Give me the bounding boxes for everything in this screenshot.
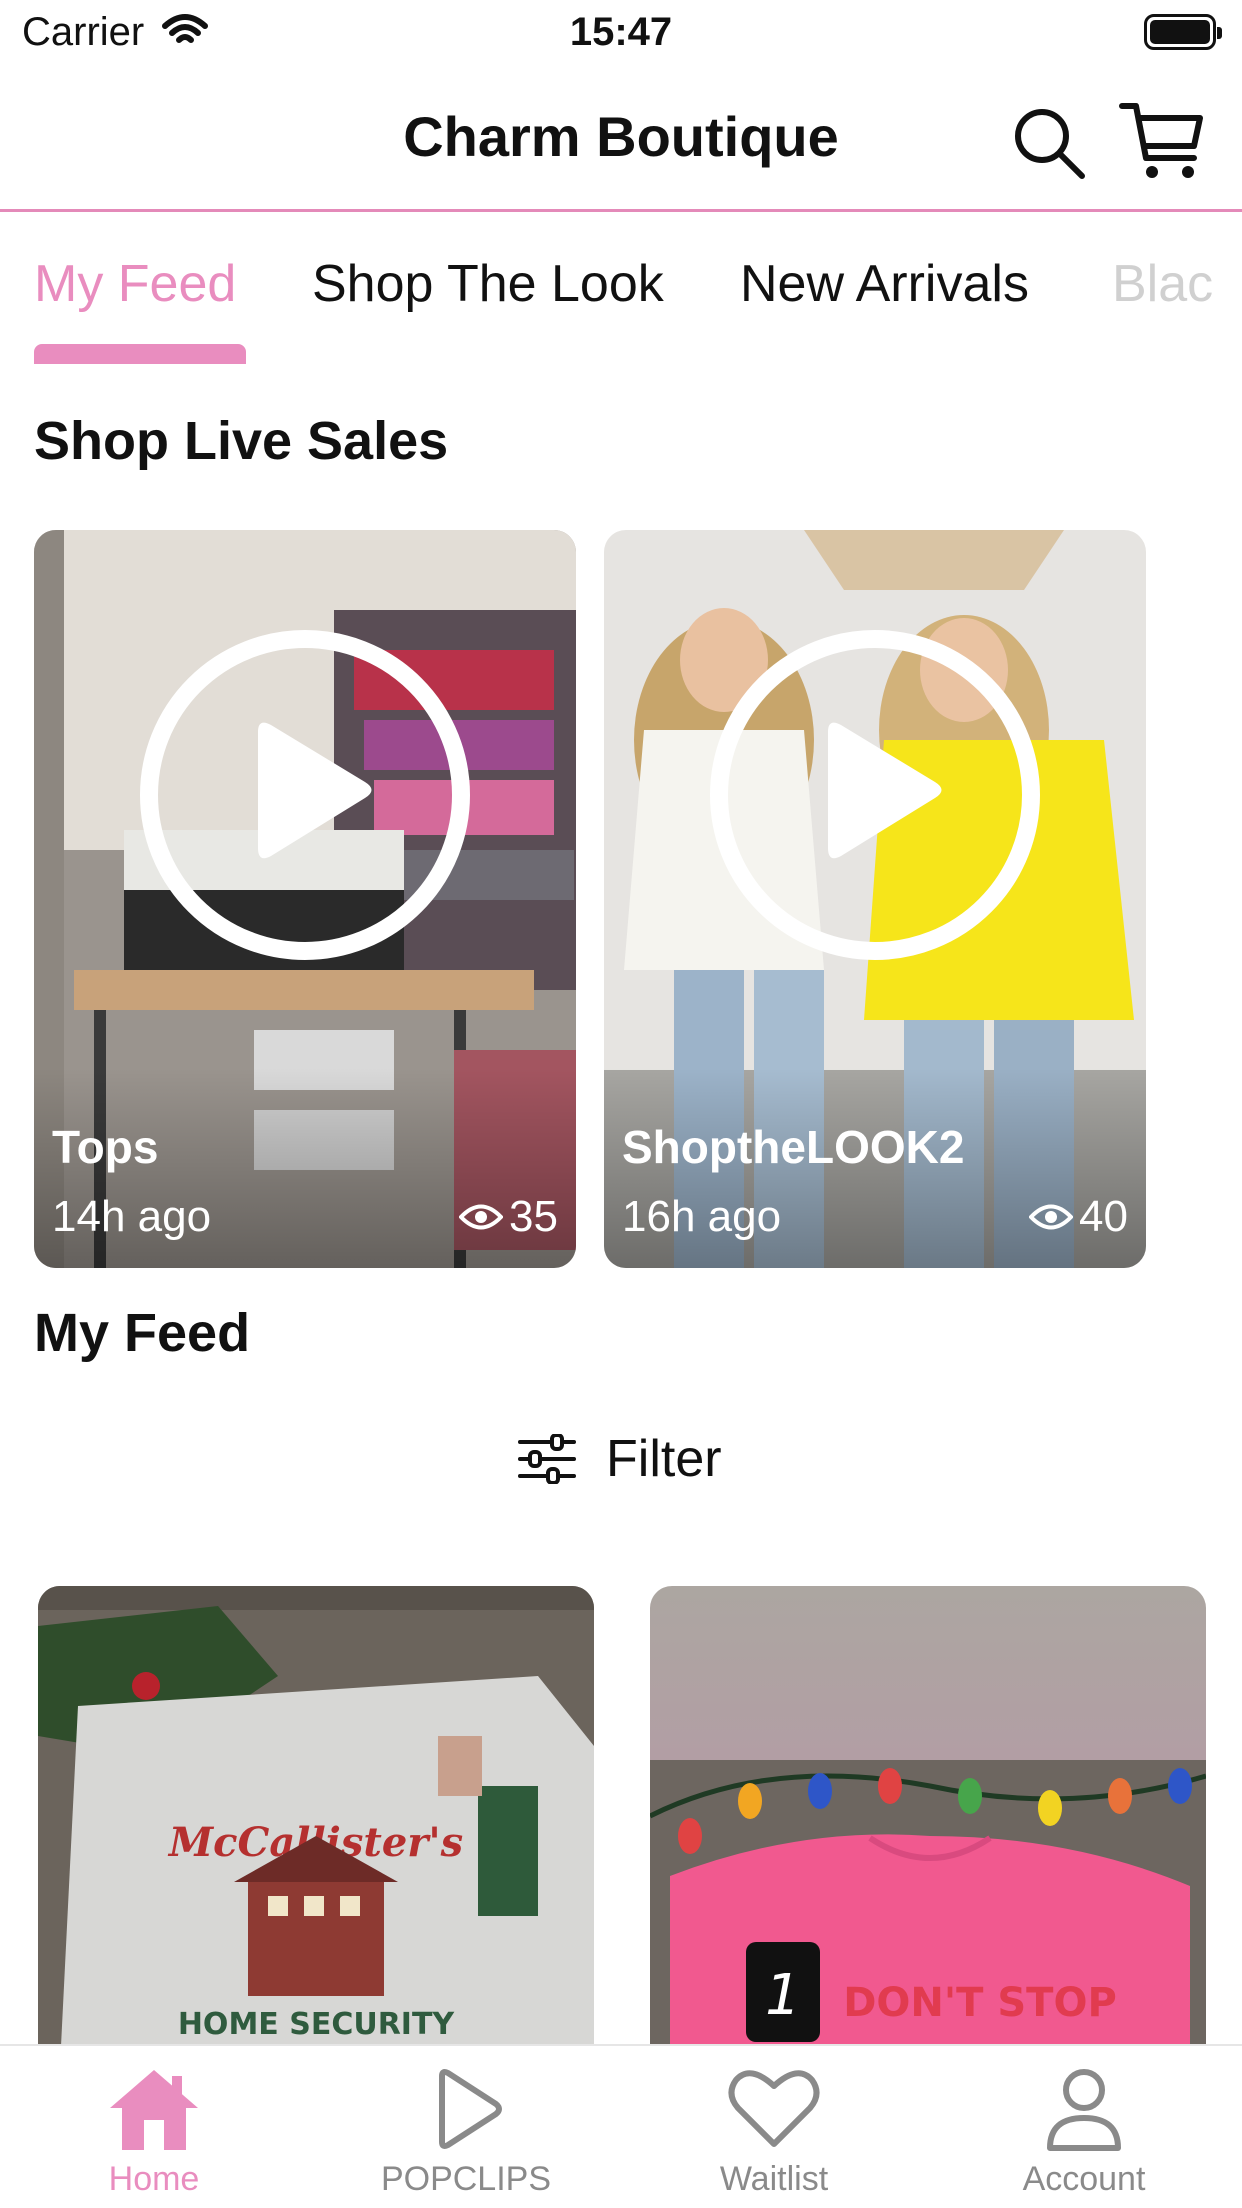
tab-shop-the-look[interactable]: Shop The Look bbox=[312, 254, 664, 314]
active-tab-indicator bbox=[34, 344, 246, 364]
tab-my-feed[interactable]: My Feed bbox=[34, 254, 236, 314]
heart-icon bbox=[728, 2070, 820, 2147]
view-count-value: 40 bbox=[1079, 1192, 1128, 1241]
live-sales-heading: Shop Live Sales bbox=[34, 411, 449, 471]
live-sale-time: 14h ago bbox=[52, 1192, 212, 1241]
nav-account-label: Account bbox=[1022, 2160, 1146, 2198]
product-image: 1 DON'T STOP bbox=[650, 1586, 1206, 2106]
nav-home[interactable]: Home bbox=[34, 2066, 274, 2199]
sliders-icon bbox=[518, 1434, 576, 1484]
cart-icon[interactable] bbox=[1118, 96, 1206, 184]
status-bar: Carrier 15:47 bbox=[0, 0, 1242, 66]
live-sale-time: 16h ago bbox=[622, 1192, 782, 1241]
eye-icon bbox=[459, 1204, 504, 1230]
nav-account[interactable]: Account bbox=[964, 2066, 1204, 2199]
live-sale-name: Tops bbox=[52, 1121, 159, 1173]
bottom-tab-bar: Home POPCLIPS Waitlist Account bbox=[0, 2044, 1242, 2208]
tab-new-arrivals[interactable]: New Arrivals bbox=[740, 254, 1029, 314]
person-icon bbox=[1047, 2069, 1121, 2151]
live-sale-name: ShoptheLOOK2 bbox=[622, 1121, 965, 1173]
nav-popclips[interactable]: POPCLIPS bbox=[346, 2066, 586, 2199]
battery-icon bbox=[1144, 14, 1222, 50]
home-icon bbox=[110, 2070, 198, 2150]
nav-popclips-label: POPCLIPS bbox=[380, 2160, 552, 2198]
tab-blac[interactable]: Blac bbox=[1112, 254, 1213, 314]
view-count-value: 35 bbox=[509, 1192, 558, 1241]
play-icon[interactable] bbox=[710, 630, 1040, 960]
nav-waitlist-label: Waitlist bbox=[719, 2160, 829, 2198]
nav-home-label: Home bbox=[108, 2160, 200, 2198]
search-icon[interactable] bbox=[1010, 104, 1090, 184]
play-icon[interactable] bbox=[140, 630, 470, 960]
live-sale-card[interactable]: Tops 14h ago 35 bbox=[34, 530, 576, 1268]
feed-product-card[interactable]: 1 DON'T STOP bbox=[650, 1586, 1206, 2106]
category-tabs: My Feed Shop The Look New Arrivals Blac bbox=[0, 212, 1242, 376]
view-count: 35 bbox=[459, 1192, 558, 1242]
nav-waitlist[interactable]: Waitlist bbox=[654, 2066, 894, 2199]
live-sale-card[interactable]: ShoptheLOOK2 16h ago 40 bbox=[604, 530, 1146, 1268]
product-number-badge: 1 bbox=[765, 1963, 801, 2028]
play-icon bbox=[439, 2069, 502, 2149]
status-time: 15:47 bbox=[569, 10, 673, 54]
filter-label: Filter bbox=[606, 1430, 722, 1488]
svg-text:DON'T STOP: DON'T STOP bbox=[843, 1980, 1117, 2026]
filter-button[interactable]: Filter bbox=[518, 1424, 722, 1494]
svg-text:HOME SECURITY: HOME SECURITY bbox=[178, 2007, 456, 2042]
eye-icon bbox=[1029, 1204, 1074, 1230]
feed-heading: My Feed bbox=[34, 1303, 251, 1363]
product-image: McCallister's HOME SECURITY bbox=[38, 1586, 594, 2106]
view-count: 40 bbox=[1029, 1192, 1128, 1242]
app-header: Charm Boutique bbox=[0, 66, 1242, 212]
feed-product-card[interactable]: McCallister's HOME SECURITY bbox=[38, 1586, 594, 2106]
